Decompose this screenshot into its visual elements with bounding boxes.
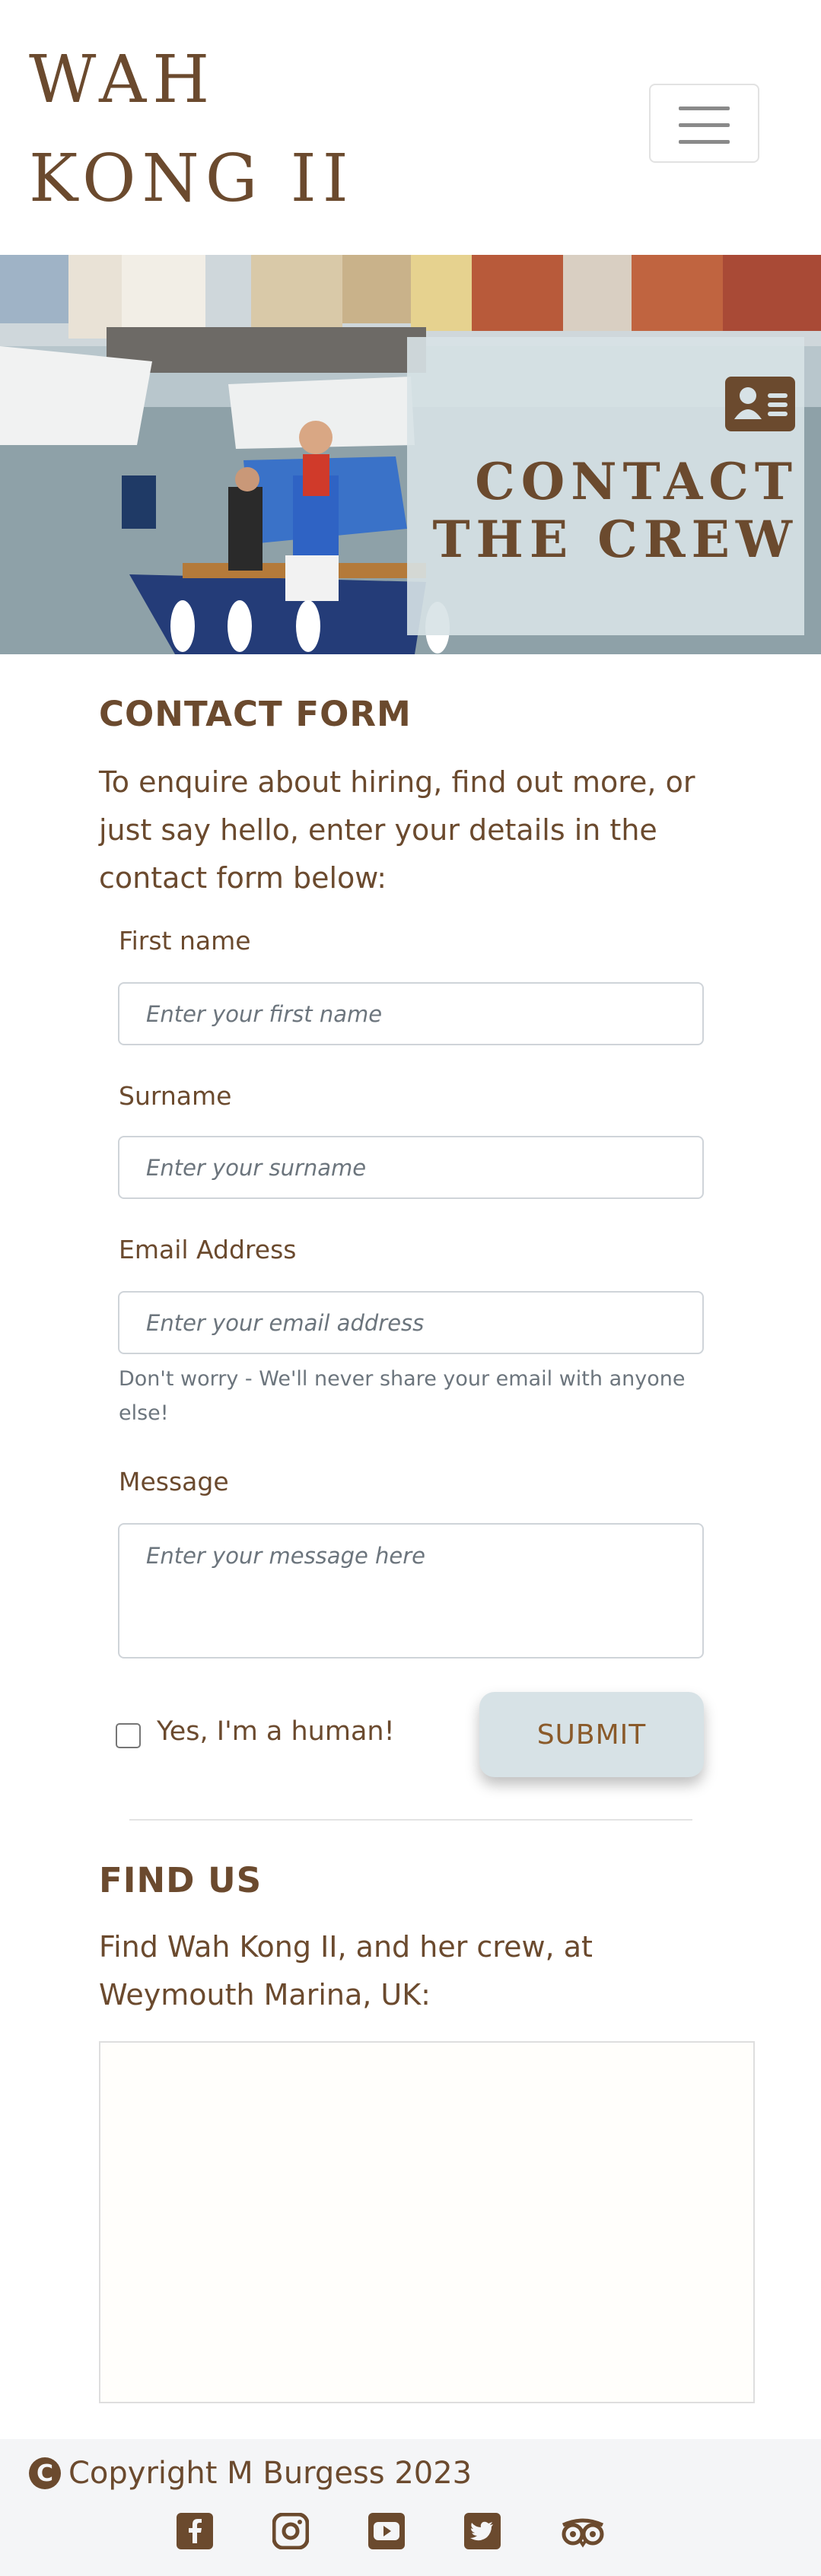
submit-button[interactable]: SUBMIT [479, 1692, 704, 1777]
email-help-text: Don't worry - We'll never share your ema… [119, 1362, 705, 1430]
first-name-input[interactable]: Enter your first name [118, 982, 704, 1045]
map-embed[interactable] [99, 2041, 755, 2403]
contact-intro-line-3: contact form below: [99, 861, 387, 895]
hero-title: CONTACT THE CREW [418, 453, 798, 568]
address-card-icon [725, 377, 795, 431]
find-us-line-2: Weymouth Marina, UK: [99, 1978, 431, 2012]
find-us-line-1: Find Wah Kong II, and her crew, at [99, 1930, 593, 1964]
find-us-heading: FIND US [99, 1860, 263, 1900]
surname-input[interactable]: Enter your surname [118, 1136, 704, 1199]
brand-logo-link[interactable]: WAH KONG II [29, 30, 355, 228]
message-label: Message [119, 1467, 229, 1496]
facebook-icon[interactable] [177, 2513, 213, 2549]
email-label: Email Address [119, 1235, 297, 1264]
first-name-placeholder: Enter your first name [146, 1000, 383, 1027]
navbar: WAH KONG II [0, 0, 821, 255]
surname-label: Surname [119, 1081, 232, 1111]
surname-placeholder: Enter your surname [146, 1154, 367, 1181]
email-placeholder: Enter your email address [146, 1309, 425, 1336]
human-checkbox-label[interactable]: Yes, I'm a human! [157, 1716, 395, 1747]
copyright: C Copyright M Burgess 2023 [29, 2456, 472, 2491]
message-placeholder: Enter your message here [146, 1543, 426, 1569]
copyright-text: Copyright M Burgess 2023 [68, 2456, 473, 2491]
footer: C Copyright M Burgess 2023 [0, 2439, 821, 2576]
hero-title-line-2: THE CREW [432, 510, 798, 569]
find-us-text: Find Wah Kong II, and her crew, at Weymo… [99, 1923, 723, 2019]
copyright-icon: C [29, 2457, 61, 2489]
hero-banner: CONTACT THE CREW [0, 255, 821, 654]
contact-intro-line-2: just say hello, enter your details in th… [99, 813, 657, 847]
email-help-line-1: Don't worry - We'll never share your ema… [119, 1367, 686, 1391]
brand-line-2: KONG II [29, 141, 355, 217]
hamburger-icon-bar [679, 140, 730, 144]
instagram-icon[interactable] [272, 2512, 310, 2550]
youtube-icon[interactable] [368, 2513, 405, 2549]
brand-line-1: WAH [29, 42, 216, 118]
contact-intro-line-1: To enquire about hiring, find out more, … [99, 765, 695, 799]
section-divider [129, 1819, 692, 1821]
hamburger-icon [679, 107, 730, 110]
email-help-line-2: else! [119, 1401, 169, 1425]
email-input[interactable]: Enter your email address [118, 1291, 704, 1354]
tripadvisor-icon[interactable] [560, 2513, 606, 2549]
twitter-icon[interactable] [464, 2513, 501, 2549]
contact-intro: To enquire about hiring, find out more, … [99, 758, 723, 902]
first-name-label: First name [119, 926, 251, 956]
human-checkbox[interactable] [116, 1723, 141, 1748]
contact-form-heading: CONTACT FORM [99, 694, 412, 734]
hero-title-panel: CONTACT THE CREW [407, 337, 804, 635]
hero-title-line-1: CONTACT [475, 452, 798, 511]
hamburger-icon-bar [679, 123, 730, 127]
nav-toggle-button[interactable] [649, 84, 759, 163]
message-textarea[interactable]: Enter your message here [118, 1523, 704, 1658]
